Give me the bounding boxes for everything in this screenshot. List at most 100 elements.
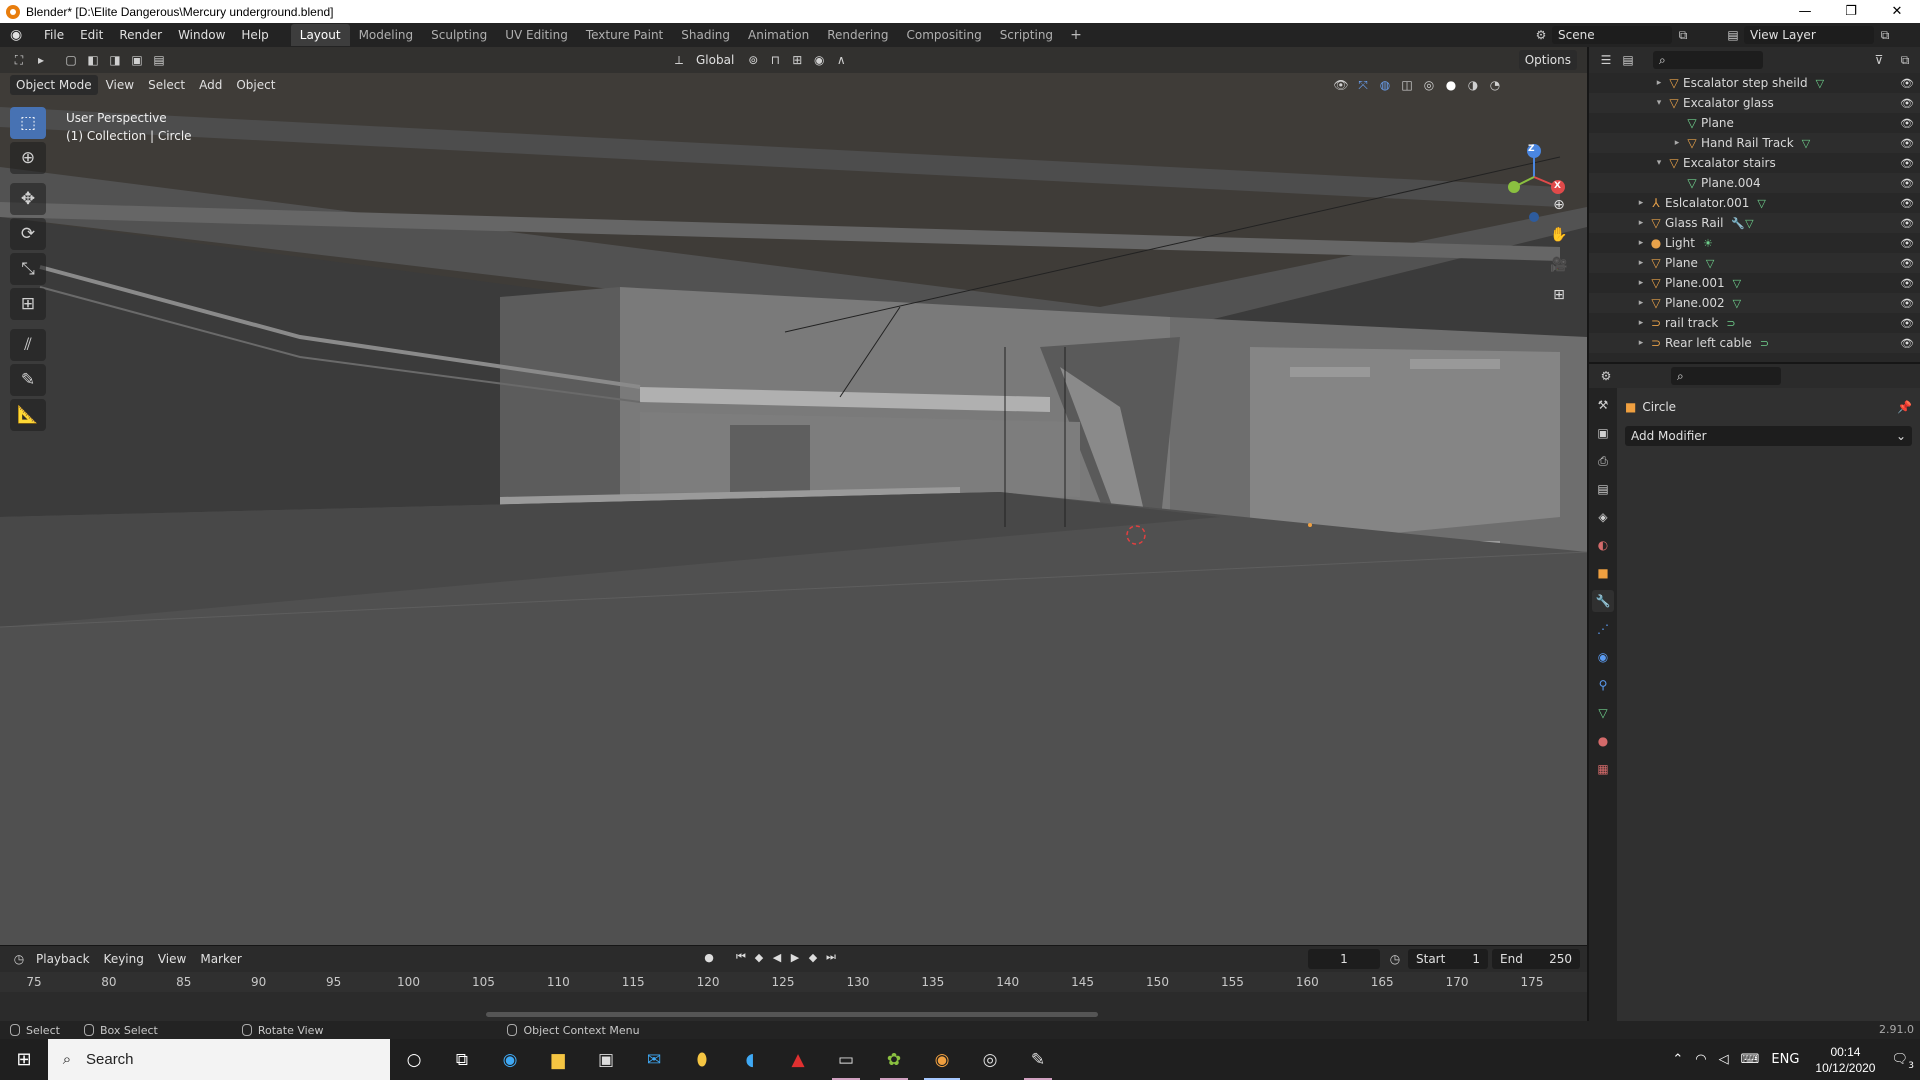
add-modifier-dropdown[interactable]: Add Modifier ⌄ <box>1625 426 1912 446</box>
task-view-icon[interactable]: ⧉ <box>438 1039 486 1080</box>
mesh-data-icon[interactable]: ▽ <box>1802 137 1810 150</box>
minimize-button[interactable]: — <box>1782 0 1828 23</box>
snap-icon[interactable]: ⊓ <box>764 50 786 70</box>
material-shading-icon[interactable]: ◑ <box>1462 75 1484 95</box>
transform-icon[interactable]: ⊞ <box>10 288 46 320</box>
visibility-eye-icon[interactable]: 👁 <box>1900 97 1914 110</box>
visibility-eye-icon[interactable]: 👁 <box>1900 297 1914 310</box>
ortho-grid-icon[interactable]: ⊞ <box>1546 282 1572 308</box>
keyboard-icon[interactable]: ⌨ <box>1741 1052 1760 1067</box>
visibility-eye-icon[interactable]: 👁 <box>1900 137 1914 150</box>
rotate-icon[interactable]: ⟳ <box>10 218 46 250</box>
physics-tab-icon[interactable]: ◉ <box>1592 646 1614 668</box>
world-tab-icon[interactable]: ◐ <box>1592 534 1614 556</box>
record-icon[interactable]: ● <box>700 951 718 964</box>
object-tab-icon[interactable]: ■ <box>1592 562 1614 584</box>
scene-icon[interactable]: ⚙ <box>1530 25 1552 45</box>
render-tab-icon[interactable]: ▣ <box>1592 422 1614 444</box>
visibility-eye-icon[interactable]: 👁 <box>1900 257 1914 270</box>
solid-shading-icon[interactable]: ● <box>1440 75 1462 95</box>
options-dropdown[interactable]: Options <box>1518 50 1577 70</box>
visibility-eye-icon[interactable]: 👁 <box>1900 117 1914 130</box>
visibility-eye-icon[interactable]: 👁 <box>1900 177 1914 190</box>
modifier-tab-icon[interactable]: 🔧 <box>1592 590 1614 612</box>
select-menu[interactable]: Select <box>142 75 191 95</box>
volume-icon[interactable]: ◁ <box>1719 1052 1729 1067</box>
rendered-shading-icon[interactable]: ◔ <box>1484 75 1506 95</box>
visibility-eye-icon[interactable]: 👁 <box>1900 317 1914 330</box>
visibility-eye-icon[interactable]: 👁 <box>1900 217 1914 230</box>
proportional-edit-icon[interactable]: ◉ <box>808 50 830 70</box>
outliner-row[interactable]: ▸ ● Light ☀ 👁 <box>1589 233 1920 253</box>
object-menu[interactable]: Object <box>230 75 281 95</box>
visibility-eye-icon[interactable]: 👁 <box>1900 237 1914 250</box>
outliner-search-input[interactable]: ⌕ <box>1653 51 1763 69</box>
add-menu[interactable]: Add <box>193 75 228 95</box>
mesh-data-icon[interactable]: ▽ <box>1706 257 1714 270</box>
mail-icon[interactable]: ✉ <box>630 1039 678 1080</box>
output-tab-icon[interactable]: ⎙ <box>1592 450 1614 472</box>
falloff-icon[interactable]: ∧ <box>830 50 852 70</box>
menu-window[interactable]: Window <box>170 23 233 47</box>
mesh-data-icon[interactable]: ▽ <box>1733 277 1741 290</box>
pin-icon[interactable]: 📌 <box>1897 400 1912 414</box>
wifi-icon[interactable]: ◠ <box>1695 1052 1706 1067</box>
expand-arrow-icon[interactable]: ▸ <box>1653 78 1665 88</box>
filter-icon[interactable]: ⊽ <box>1868 50 1890 70</box>
outliner-row[interactable]: ▸ ▽ Plane.001 ▽ 👁 <box>1589 273 1920 293</box>
zoom-icon[interactable]: ⊕ <box>1546 192 1572 218</box>
outliner-row[interactable]: ▽ Plane 👁 <box>1589 113 1920 133</box>
play-icon[interactable]: ▶ <box>786 951 804 964</box>
mesh-data-icon[interactable]: ⊃ <box>1760 337 1769 350</box>
outliner-row[interactable]: ▸ ▽ Plane ▽ 👁 <box>1589 253 1920 273</box>
select-box-icon[interactable]: ⬚ <box>10 107 46 139</box>
store-icon[interactable]: ▣ <box>582 1039 630 1080</box>
visibility-eye-icon[interactable]: 👁 <box>1900 77 1914 90</box>
new-collection-icon[interactable]: ⧉ <box>1894 50 1916 70</box>
outliner-row[interactable]: ▸ ▽ Plane.002 ▽ 👁 <box>1589 293 1920 313</box>
tab-layout[interactable]: Layout <box>290 24 350 46</box>
visibility-eye-icon[interactable]: 👁 <box>1900 337 1914 350</box>
expand-arrow-icon[interactable]: ▾ <box>1653 98 1665 108</box>
tray-chevron-icon[interactable]: ⌃ <box>1672 1052 1683 1067</box>
properties-search-input[interactable]: ⌕ <box>1671 367 1781 385</box>
app-icon-window[interactable]: ▭ <box>822 1039 870 1080</box>
timeline-body[interactable] <box>0 992 1587 1022</box>
cursor-icon[interactable]: ⊕ <box>10 142 46 174</box>
current-frame-field[interactable]: 1 <box>1308 949 1380 969</box>
visibility-eye-icon[interactable]: 👁 <box>1900 157 1914 170</box>
mesh-data-icon[interactable]: 🔧▽ <box>1731 217 1753 230</box>
texture-tab-icon[interactable]: ▦ <box>1592 758 1614 780</box>
tab-rendering[interactable]: Rendering <box>818 24 897 46</box>
visibility-icon[interactable]: 👁 <box>1330 75 1352 95</box>
display-mode-icon[interactable]: ▤ <box>1617 50 1639 70</box>
acrobat-icon[interactable]: ▲ <box>774 1039 822 1080</box>
mesh-data-icon[interactable]: ▽ <box>1816 77 1824 90</box>
xray-icon[interactable]: ◫ <box>1396 75 1418 95</box>
select-new-icon[interactable]: ▢ <box>60 50 82 70</box>
taskbar-search-box[interactable]: ⌕ Search <box>48 1039 390 1080</box>
view-layer-field[interactable]: View Layer <box>1744 26 1874 44</box>
edge-icon[interactable]: ◉ <box>486 1039 534 1080</box>
playback-menu[interactable]: Playback <box>30 949 96 969</box>
select-mode-icon[interactable]: ▸ <box>30 50 52 70</box>
menu-edit[interactable]: Edit <box>72 23 111 47</box>
view-layer-icon[interactable]: ▤ <box>1722 25 1744 45</box>
close-button[interactable]: ✕ <box>1874 0 1920 23</box>
constraints-tab-icon[interactable]: ⚲ <box>1592 674 1614 696</box>
expand-arrow-icon[interactable]: ▾ <box>1653 158 1665 168</box>
app-icon-circle[interactable]: ◎ <box>966 1039 1014 1080</box>
play-reverse-icon[interactable]: ◀ <box>768 951 786 964</box>
expand-arrow-icon[interactable]: ▸ <box>1635 338 1647 348</box>
outliner-row[interactable]: ▸ ▽ Hand Rail Track ▽ 👁 <box>1589 133 1920 153</box>
expand-arrow-icon[interactable]: ▸ <box>1671 138 1683 148</box>
pivot-icon[interactable]: ⊚ <box>742 50 764 70</box>
properties-editor-type-icon[interactable]: ⚙ <box>1595 366 1617 386</box>
marker-menu[interactable]: Marker <box>194 949 247 969</box>
snap-target-icon[interactable]: ⊞ <box>786 50 808 70</box>
outliner-row[interactable]: ▸ ▽ Glass Rail 🔧▽ 👁 <box>1589 213 1920 233</box>
visibility-eye-icon[interactable]: 👁 <box>1900 197 1914 210</box>
mesh-data-icon[interactable]: ☀ <box>1703 237 1713 250</box>
jump-start-icon[interactable]: ⏮ <box>732 950 750 964</box>
camera-view-icon[interactable]: 🎥 <box>1546 252 1572 278</box>
